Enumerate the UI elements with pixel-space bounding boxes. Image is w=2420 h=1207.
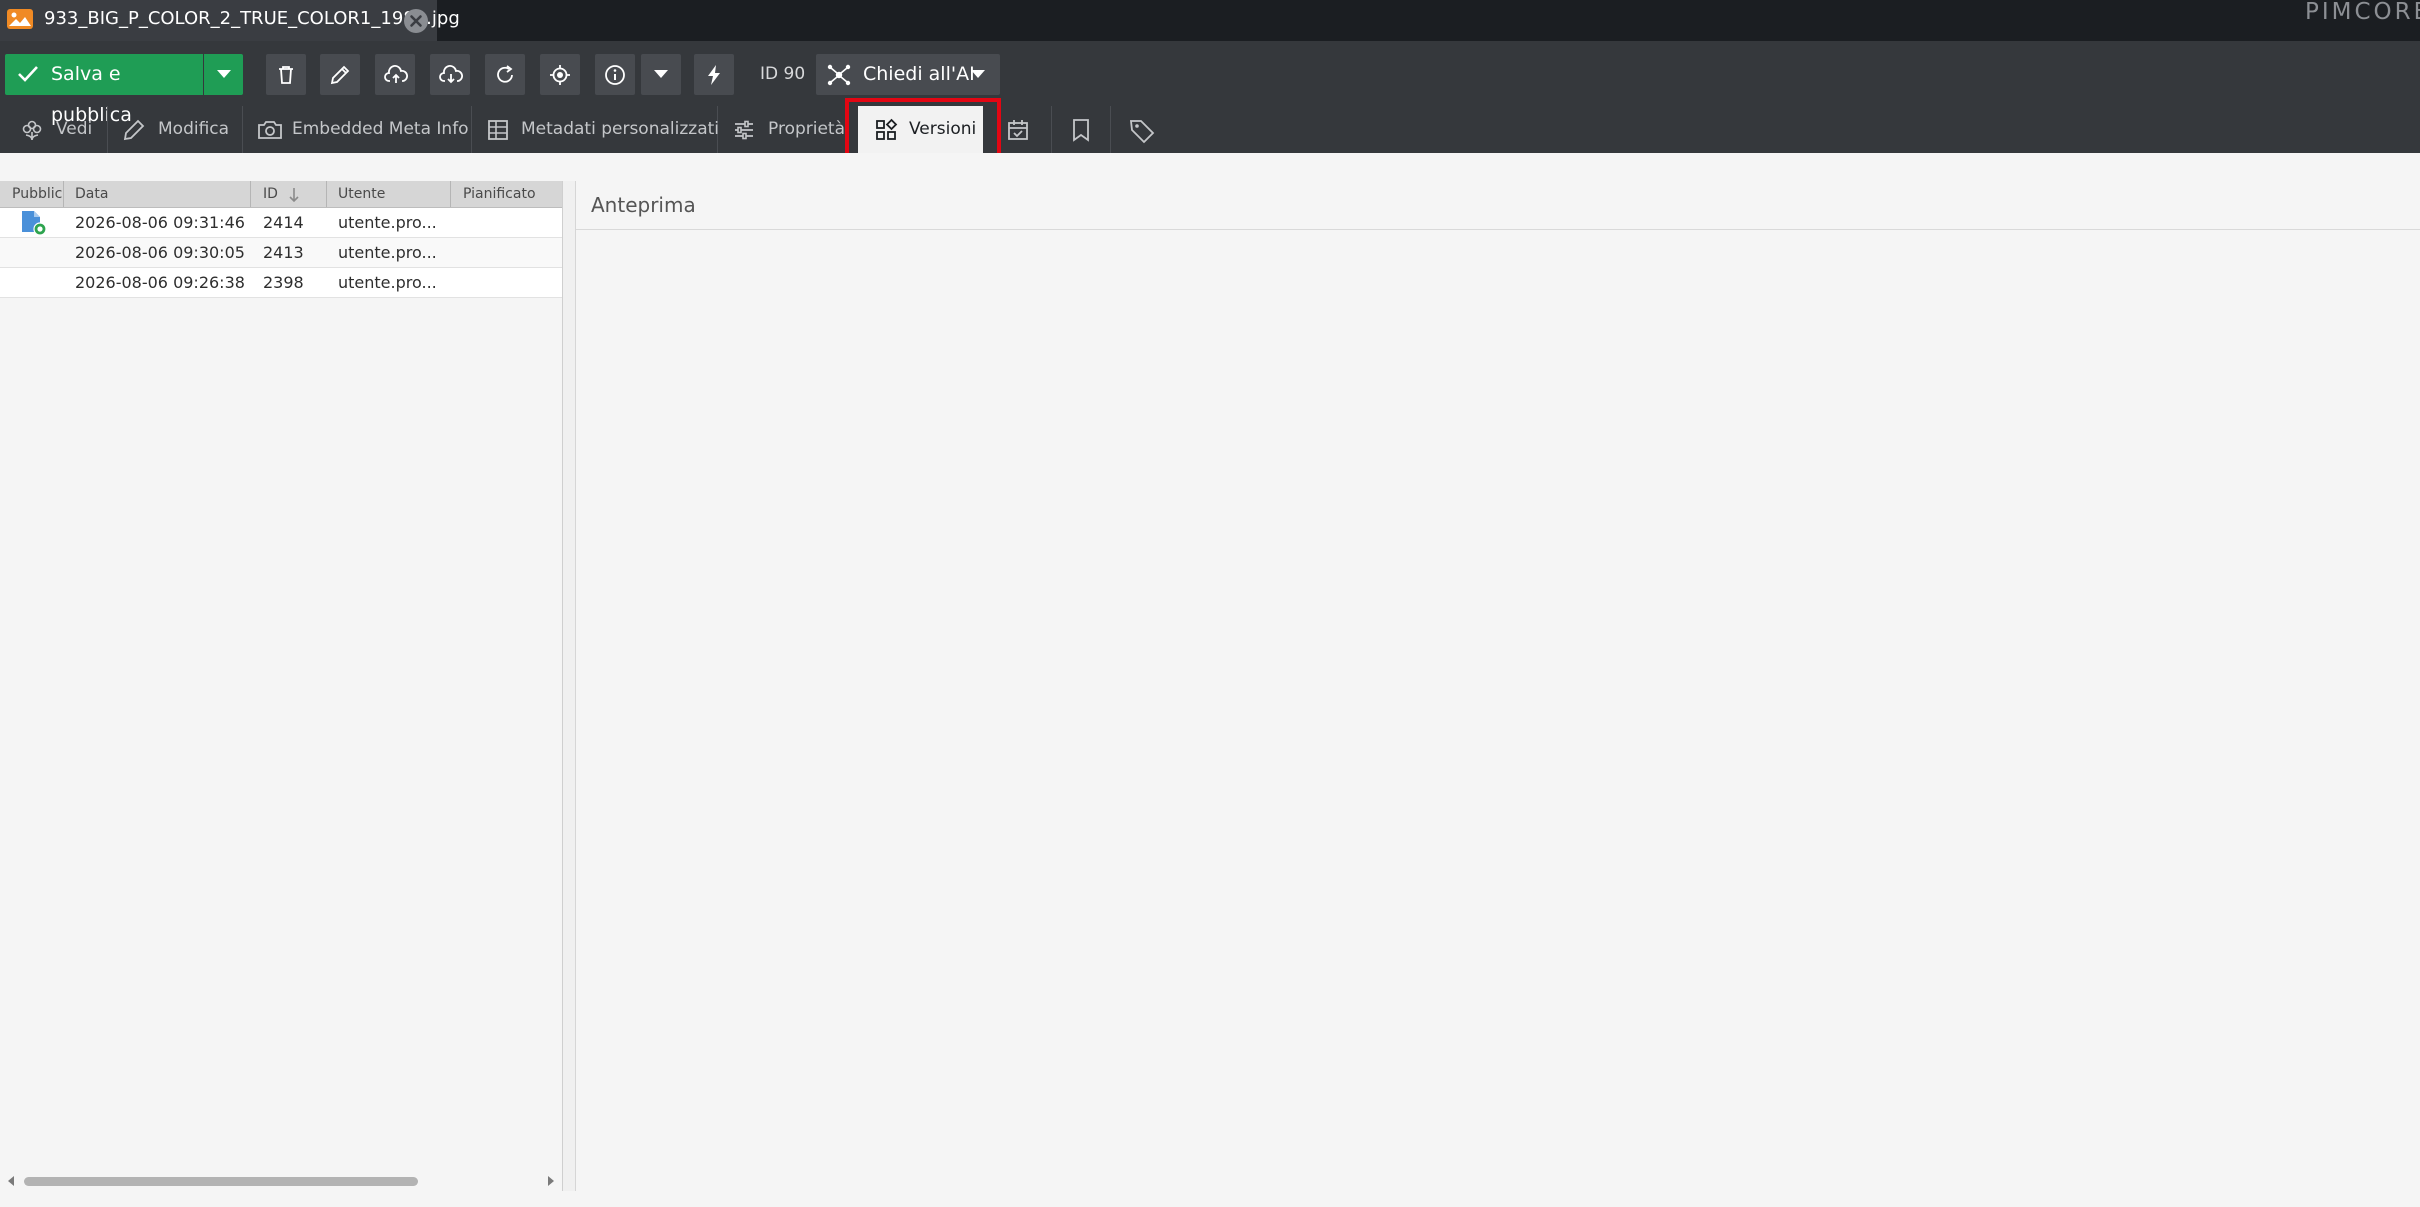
version-user: utente.pro... bbox=[338, 273, 437, 292]
table-row[interactable]: 2026-08-06 09:30:05 2413 utente.pro... bbox=[0, 238, 562, 268]
save-and-publish-button[interactable]: Salva e pubblica bbox=[5, 54, 203, 126]
chevron-down-icon bbox=[970, 69, 986, 79]
tag-icon bbox=[1129, 118, 1155, 144]
info-dropdown-button[interactable] bbox=[641, 54, 681, 95]
top-bar: 933_BIG_P_COLOR_2_TRUE_COLOR1_1980.jpg P… bbox=[0, 0, 2420, 41]
upload-new-version-button[interactable] bbox=[375, 54, 415, 95]
flower-icon bbox=[20, 118, 44, 142]
tab-embedded-meta-info-label: Embedded Meta Info bbox=[292, 119, 469, 139]
horizontal-scrollbar[interactable] bbox=[0, 1171, 562, 1191]
metadata-grid-icon bbox=[486, 118, 510, 142]
column-header-id-label: ID bbox=[263, 186, 278, 202]
tab-properties-label: Proprietà bbox=[768, 119, 846, 139]
chevron-down-icon bbox=[654, 70, 668, 78]
sort-descending-icon bbox=[288, 187, 300, 203]
version-id: 2398 bbox=[263, 273, 304, 292]
scrollbar-thumb[interactable] bbox=[24, 1177, 418, 1186]
tab-properties[interactable]: Proprietà bbox=[718, 106, 847, 153]
tab-view[interactable]: Vedi bbox=[0, 106, 108, 153]
version-id: 2413 bbox=[263, 243, 304, 262]
bookmark-icon bbox=[1069, 118, 1093, 142]
camera-icon bbox=[257, 118, 283, 142]
tab-custom-metadata-label: Metadati personalizzati bbox=[521, 119, 719, 139]
element-id-label: ID 90 bbox=[760, 64, 806, 84]
document-tab-title: 933_BIG_P_COLOR_2_TRUE_COLOR1_1980.jpg bbox=[44, 8, 460, 29]
info-icon bbox=[605, 65, 625, 85]
refresh-icon bbox=[497, 65, 513, 83]
image-file-icon bbox=[6, 8, 34, 30]
preview-panel bbox=[576, 181, 2420, 1191]
column-header-user[interactable]: Utente bbox=[327, 181, 451, 207]
edit-button[interactable] bbox=[320, 54, 360, 95]
chevron-down-icon bbox=[217, 70, 231, 78]
version-user: utente.pro... bbox=[338, 213, 437, 232]
version-id: 2414 bbox=[263, 213, 304, 232]
version-user: utente.pro... bbox=[338, 243, 437, 262]
show-in-tree-button[interactable] bbox=[540, 54, 580, 95]
versions-grid bbox=[0, 181, 563, 1191]
ai-network-icon bbox=[826, 63, 852, 87]
version-date: 2026-08-06 09:30:05 bbox=[75, 243, 245, 262]
pencil-icon bbox=[330, 65, 350, 85]
close-icon[interactable] bbox=[403, 8, 429, 34]
tab-edit[interactable]: Modifica bbox=[108, 106, 243, 153]
lightning-icon bbox=[708, 65, 720, 85]
pencil-icon bbox=[122, 118, 146, 142]
table-row[interactable]: 2026-08-06 09:26:38 2398 utente.pro... bbox=[0, 268, 562, 298]
column-header-published[interactable]: Pubblicato bbox=[0, 181, 64, 207]
calendar-check-icon bbox=[1006, 118, 1030, 142]
tab-embedded-meta-info[interactable]: Embedded Meta Info bbox=[243, 106, 472, 153]
notifications-button[interactable] bbox=[694, 54, 734, 95]
tab-versions[interactable]: Versioni bbox=[858, 106, 983, 153]
check-icon bbox=[17, 64, 39, 84]
versions-icon bbox=[874, 118, 898, 142]
published-version-icon bbox=[20, 210, 48, 236]
tab-versions-label: Versioni bbox=[909, 119, 977, 139]
preview-title: Anteprima bbox=[591, 193, 696, 217]
cloud-upload-icon bbox=[384, 65, 408, 83]
tab-view-label: Vedi bbox=[56, 119, 93, 139]
tab-notes[interactable] bbox=[1052, 106, 1111, 153]
tab-schedule[interactable] bbox=[993, 106, 1052, 153]
trash-icon bbox=[279, 66, 293, 84]
ask-ai-label: Chiedi all'AI bbox=[863, 63, 975, 85]
publish-options-dropdown-button[interactable] bbox=[204, 54, 243, 95]
version-date: 2026-08-06 09:26:38 bbox=[75, 273, 245, 292]
ask-ai-button[interactable]: Chiedi all'AI bbox=[816, 54, 1000, 95]
document-tab[interactable]: 933_BIG_P_COLOR_2_TRUE_COLOR1_1980.jpg bbox=[0, 0, 460, 41]
table-row[interactable]: 2026-08-06 09:31:46 2414 utente.pro... bbox=[0, 208, 562, 238]
panel-splitter[interactable] bbox=[563, 181, 576, 1191]
column-header-id[interactable]: ID bbox=[251, 181, 327, 207]
tab-custom-metadata[interactable]: Metadati personalizzati bbox=[472, 106, 719, 153]
target-icon bbox=[550, 65, 570, 85]
column-header-date[interactable]: Data bbox=[64, 181, 251, 207]
pimcore-logo: PIMCORE bbox=[2305, 0, 2420, 24]
preview-header: Anteprima bbox=[576, 181, 2420, 230]
scroll-right-arrow-icon[interactable] bbox=[546, 1175, 556, 1187]
download-button[interactable] bbox=[430, 54, 470, 95]
tab-edit-label: Modifica bbox=[158, 119, 230, 139]
cloud-download-icon bbox=[439, 65, 463, 84]
reload-button[interactable] bbox=[485, 54, 525, 95]
sliders-icon bbox=[732, 118, 756, 142]
info-button[interactable] bbox=[595, 54, 635, 95]
tab-tags[interactable] bbox=[1111, 106, 1171, 153]
version-date: 2026-08-06 09:31:46 bbox=[75, 213, 245, 232]
column-header-scheduled[interactable]: Pianificato bbox=[451, 181, 562, 207]
scroll-left-arrow-icon[interactable] bbox=[6, 1175, 16, 1187]
versions-grid-header: Pubblicato Data ID Utente Pianificato bbox=[0, 181, 562, 208]
delete-button[interactable] bbox=[266, 54, 306, 95]
